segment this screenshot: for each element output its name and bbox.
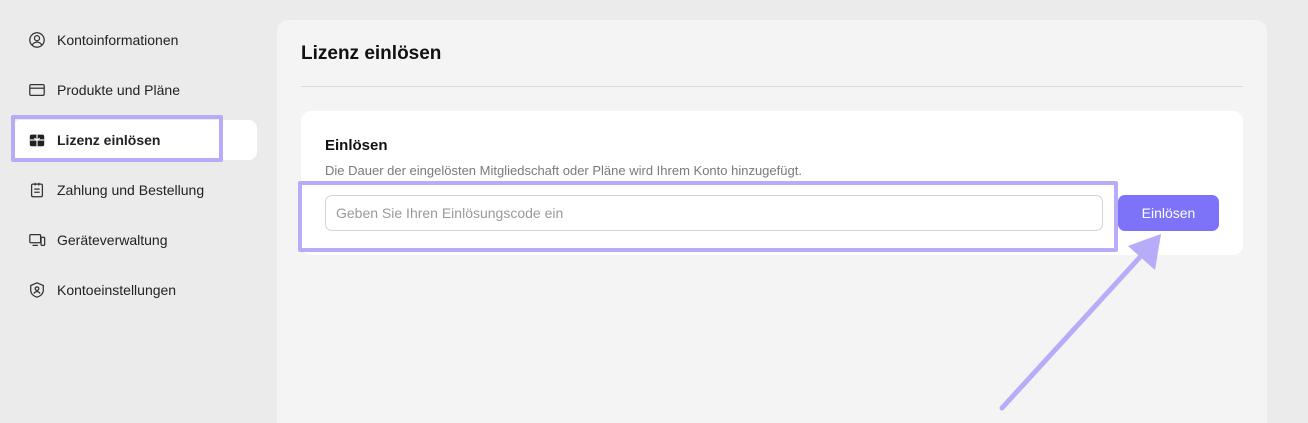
main-panel: Lizenz einlösen Einlösen Die Dauer der e… — [277, 20, 1267, 423]
sidebar-item-label: Lizenz einlösen — [57, 132, 161, 148]
sidebar-item-produkte[interactable]: Produkte und Pläne — [12, 70, 257, 110]
credit-card-icon — [27, 80, 47, 100]
sidebar-item-kontoeinstellungen[interactable]: Kontoeinstellungen — [12, 270, 257, 310]
sidebar: Kontoinformationen Produkte und Pläne Li… — [0, 0, 262, 423]
page-title: Lizenz einlösen — [301, 43, 442, 64]
sidebar-item-geraeteverwaltung[interactable]: Geräteverwaltung — [12, 220, 257, 260]
card-description: Die Dauer der eingelösten Mitgliedschaft… — [325, 163, 802, 178]
sidebar-item-label: Zahlung und Bestellung — [57, 182, 205, 198]
sidebar-item-kontoinformationen[interactable]: Kontoinformationen — [12, 20, 257, 60]
sidebar-item-label: Geräteverwaltung — [57, 232, 168, 248]
redeem-button[interactable]: Einlösen — [1118, 195, 1219, 231]
gift-icon — [27, 130, 47, 150]
card-title: Einlösen — [325, 137, 388, 154]
redeem-code-input[interactable] — [325, 195, 1103, 231]
devices-icon — [27, 230, 47, 250]
sidebar-item-lizenz-einloesen[interactable]: Lizenz einlösen — [12, 120, 257, 160]
sidebar-item-label: Kontoeinstellungen — [57, 282, 177, 298]
redeem-card: Einlösen Die Dauer der eingelösten Mitgl… — [301, 111, 1243, 255]
clipboard-icon — [27, 180, 47, 200]
sidebar-item-label: Kontoinformationen — [57, 32, 179, 48]
divider — [301, 86, 1243, 87]
sidebar-item-zahlung[interactable]: Zahlung und Bestellung — [12, 170, 257, 210]
shield-user-icon — [27, 280, 47, 300]
user-circle-icon — [27, 30, 47, 50]
sidebar-item-label: Produkte und Pläne — [57, 82, 180, 98]
